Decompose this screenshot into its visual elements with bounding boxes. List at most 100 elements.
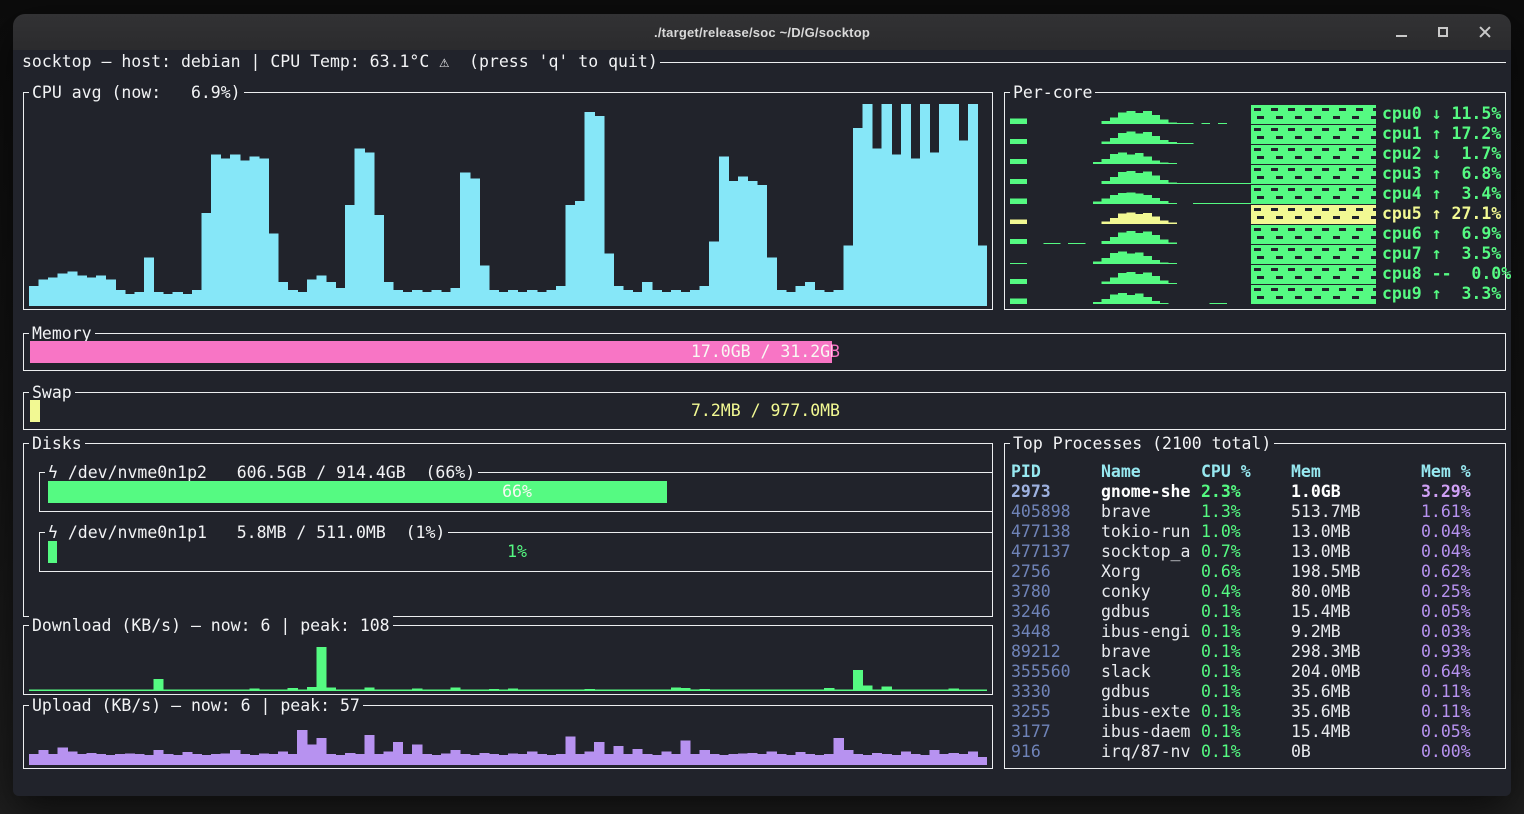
- core-row-cpu0: cpu0 ↓ 11.5%: [1010, 104, 1502, 124]
- desktop-background: ./target/release/soc ~/D/G/socktop sockt…: [0, 0, 1524, 814]
- core-label-cpu6: cpu6 ↑ 6.9%: [1382, 224, 1501, 244]
- table-row[interactable]: 3448ibus-engi0.1%9.2MB0.03%: [1011, 622, 1471, 642]
- window-controls: [1393, 14, 1493, 50]
- swap-panel: Swap 7.2MB / 977.0MB: [23, 392, 1506, 430]
- maximize-button[interactable]: [1435, 24, 1451, 40]
- table-row[interactable]: 3246gdbus0.1%15.4MB0.05%: [1011, 602, 1471, 622]
- download-title: Download (KB/s) — now: 6 | peak: 108: [29, 616, 393, 635]
- core-row-cpu2: cpu2 ↓ 1.7%: [1010, 144, 1502, 164]
- table-cell: 3780: [1011, 582, 1101, 602]
- table-cell: 298.3MB: [1291, 642, 1421, 662]
- window-titlebar[interactable]: ./target/release/soc ~/D/G/socktop: [13, 14, 1511, 50]
- disks-panel: Disks ϟ /dev/nvme0n1p2 606.5GB / 914.4GB…: [23, 443, 993, 617]
- core-label-cpu4: cpu4 ↑ 3.4%: [1382, 184, 1501, 204]
- core-sparkline-cpu9: [1010, 284, 1376, 304]
- table-cell: 80.0MB: [1291, 582, 1421, 602]
- table-cell: 3246: [1011, 602, 1101, 622]
- core-sparkline-dashes: [1252, 244, 1376, 264]
- column-header-cpu-[interactable]: CPU %: [1201, 462, 1291, 482]
- table-cell: 0.05%: [1421, 722, 1471, 742]
- table-row[interactable]: 3780conky0.4%80.0MB0.25%: [1011, 582, 1471, 602]
- terminal[interactable]: socktop — host: debian | CPU Temp: 63.1°…: [13, 50, 1511, 796]
- core-row-cpu6: cpu6 ↑ 6.9%: [1010, 224, 1502, 244]
- table-cell: tokio-run: [1101, 522, 1201, 542]
- minimize-button[interactable]: [1393, 24, 1409, 40]
- process-table-header: PIDNameCPU %MemMem %: [1011, 462, 1471, 482]
- table-row[interactable]: 916irq/87-nv0.1%0B0.00%: [1011, 742, 1471, 762]
- disk1-gauge: 66% 66%: [48, 481, 986, 503]
- table-cell: 1.0%: [1201, 522, 1291, 542]
- table-cell: 0.1%: [1201, 642, 1291, 662]
- core-label-cpu2: cpu2 ↓ 1.7%: [1382, 144, 1501, 164]
- table-cell: ibus-engi: [1101, 622, 1201, 642]
- disk2-title: ϟ /dev/nvme0n1p1 5.8MB / 511.0MB (1%): [45, 523, 448, 542]
- table-cell: 0.25%: [1421, 582, 1471, 602]
- cpu-avg-panel: CPU avg (now: 6.9%): [23, 92, 993, 310]
- table-row[interactable]: 405898brave1.3%513.7MB1.61%: [1011, 502, 1471, 522]
- header-rule: [660, 62, 1506, 63]
- table-cell: socktop_a: [1101, 542, 1201, 562]
- core-row-cpu4: cpu4 ↑ 3.4%: [1010, 184, 1502, 204]
- table-cell: 15.4MB: [1291, 602, 1421, 622]
- column-header-pid[interactable]: PID: [1011, 462, 1101, 482]
- table-cell: 0.04%: [1421, 542, 1471, 562]
- core-label-cpu9: cpu9 ↑ 3.3%: [1382, 284, 1501, 304]
- table-row[interactable]: 3177ibus-daem0.1%15.4MB0.05%: [1011, 722, 1471, 742]
- memory-gauge: 17.0GB / 31.2GB 17.0GB / 31.2GB: [30, 341, 1501, 363]
- table-row[interactable]: 2756Xorg0.6%198.5MB0.62%: [1011, 562, 1471, 582]
- close-button[interactable]: [1477, 24, 1493, 40]
- core-row-cpu9: cpu9 ↑ 3.3%: [1010, 284, 1502, 304]
- cpu-avg-title: CPU avg (now: 6.9%): [29, 83, 244, 102]
- table-cell: ibus-daem: [1101, 722, 1201, 742]
- table-cell: ibus-exte: [1101, 702, 1201, 722]
- per-core-panel: Per-core cpu0 ↓ 11.5%cpu1 ↑ 17.2%cpu2 ↓ …: [1004, 92, 1506, 310]
- table-row[interactable]: 89212brave0.1%298.3MB0.93%: [1011, 642, 1471, 662]
- table-cell: 2.3%: [1201, 482, 1291, 502]
- table-cell: 0.03%: [1421, 622, 1471, 642]
- core-sparkline-cpu8: [1010, 264, 1376, 284]
- table-cell: gdbus: [1101, 602, 1201, 622]
- memory-gauge-label-inner: 17.0GB / 31.2GB: [30, 341, 832, 363]
- core-sparkline-cpu3: [1010, 164, 1376, 184]
- table-cell: 3330: [1011, 682, 1101, 702]
- table-row[interactable]: 477138tokio-run1.0%13.0MB0.04%: [1011, 522, 1471, 542]
- table-row[interactable]: 3255ibus-exte0.1%35.6MB0.11%: [1011, 702, 1471, 722]
- core-sparkline-dashes: [1252, 124, 1376, 144]
- table-row[interactable]: 477137socktop_a0.7%13.0MB0.04%: [1011, 542, 1471, 562]
- table-cell: 1.3%: [1201, 502, 1291, 522]
- table-cell: brave: [1101, 502, 1201, 522]
- memory-gauge-fill: 17.0GB / 31.2GB: [30, 341, 832, 363]
- core-sparkline-dashes: [1252, 224, 1376, 244]
- table-cell: 0.7%: [1201, 542, 1291, 562]
- maximize-icon: [1438, 27, 1448, 37]
- table-cell: 477138: [1011, 522, 1101, 542]
- table-row[interactable]: 2973gnome-she2.3%1.0GB3.29%: [1011, 482, 1471, 502]
- table-row[interactable]: 355560slack0.1%204.0MB0.64%: [1011, 662, 1471, 682]
- disk2-gauge: 1%: [48, 541, 986, 563]
- table-row[interactable]: 3330gdbus0.1%35.6MB0.11%: [1011, 682, 1471, 702]
- disk2-gauge-label: 1%: [48, 541, 986, 563]
- table-cell: 477137: [1011, 542, 1101, 562]
- core-sparkline-cpu6: [1010, 224, 1376, 244]
- upload-title: Upload (KB/s) — now: 6 | peak: 57: [29, 696, 363, 715]
- disk1-gauge-fill: 66%: [48, 481, 667, 503]
- memory-panel: Memory 17.0GB / 31.2GB 17.0GB / 31.2GB: [23, 333, 1506, 371]
- table-cell: 0.1%: [1201, 602, 1291, 622]
- table-cell: Xorg: [1101, 562, 1201, 582]
- table-cell: 2756: [1011, 562, 1101, 582]
- table-cell: 204.0MB: [1291, 662, 1421, 682]
- terminal-window: ./target/release/soc ~/D/G/socktop sockt…: [13, 14, 1511, 796]
- core-sparkline-cpu1: [1010, 124, 1376, 144]
- core-label-cpu0: cpu0 ↓ 11.5%: [1382, 104, 1501, 124]
- table-cell: 3255: [1011, 702, 1101, 722]
- table-cell: 355560: [1011, 662, 1101, 682]
- column-header-name[interactable]: Name: [1101, 462, 1201, 482]
- table-cell: 0B: [1291, 742, 1421, 762]
- table-cell: 2973: [1011, 482, 1101, 502]
- core-sparkline-cpu5: [1010, 204, 1376, 224]
- core-row-cpu7: cpu7 ↑ 3.5%: [1010, 244, 1502, 264]
- minimize-icon: [1396, 35, 1407, 37]
- disk-item-nvme0n1p1: ϟ /dev/nvme0n1p1 5.8MB / 511.0MB (1%) 1%: [39, 532, 993, 572]
- column-header-mem-[interactable]: Mem %: [1421, 462, 1471, 482]
- column-header-mem[interactable]: Mem: [1291, 462, 1421, 482]
